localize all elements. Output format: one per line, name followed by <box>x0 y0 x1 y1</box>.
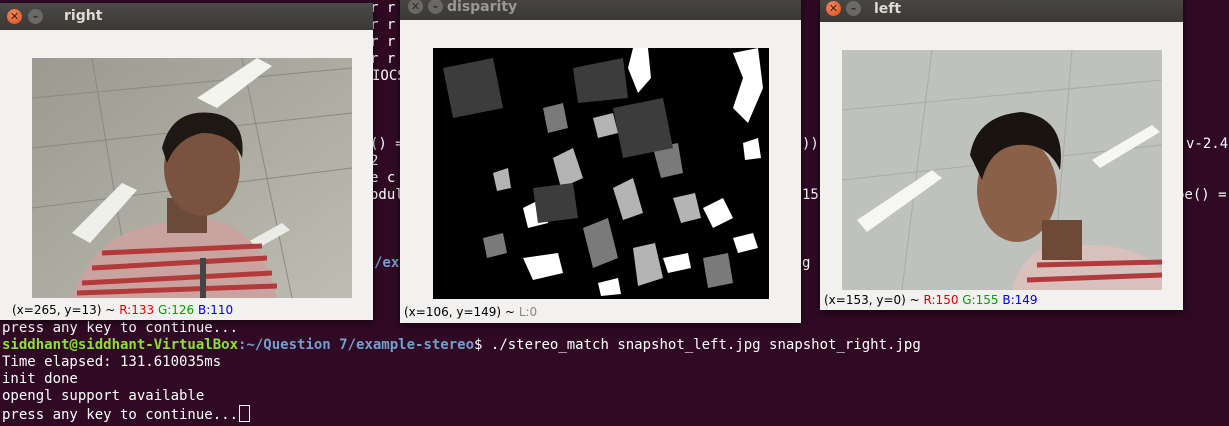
window-right[interactable]: ✕ – right (x=265, y=13) ~ R:133 G:126 B:… <box>0 3 373 320</box>
status-red: R:133 <box>119 303 155 317</box>
terminal-fragment: r r <box>370 51 396 67</box>
titlebar[interactable]: ✕ – right <box>0 3 373 30</box>
terminal-fragment: r r <box>370 34 396 50</box>
terminal-fragment: be() = <box>1176 187 1227 203</box>
close-icon[interactable]: ✕ <box>408 0 423 14</box>
status-bar: (x=153, y=0) ~ R:150 G:155 B:149 <box>824 293 1038 307</box>
terminal-output-line: press any key to continue... <box>2 405 251 424</box>
status-luminance: L:0 <box>518 305 538 319</box>
status-blue: B:110 <box>198 303 234 317</box>
minimize-icon[interactable]: – <box>428 0 443 14</box>
terminal-output-line: opengl support available <box>2 388 205 404</box>
minimize-icon[interactable]: – <box>28 9 43 24</box>
status-green: G:126 <box>157 303 195 317</box>
close-icon[interactable]: ✕ <box>7 9 22 24</box>
prompt-path: :~/Question 7/example-stereo <box>238 337 475 353</box>
terminal-fragment: r r <box>370 17 396 33</box>
terminal-prompt-line: siddhant@siddhant-VirtualBox:~/Question … <box>2 337 921 354</box>
terminal-last-line: press any key to continue... <box>2 407 239 423</box>
disparity-image[interactable] <box>433 48 769 299</box>
status-green: G:155 <box>962 293 999 307</box>
terminal-fragment: () = <box>370 136 404 152</box>
terminal-fragment: r r <box>370 0 396 16</box>
status-coords: (x=106, y=149) ~ <box>404 305 515 319</box>
terminal-output-line: press any key to continue... <box>2 320 239 336</box>
window-left[interactable]: ✕ – left (x=153, y=0) ~ R:150 G:155 B:14… <box>820 0 1183 310</box>
camera-image-right[interactable] <box>32 58 352 298</box>
minimize-icon[interactable]: – <box>846 1 861 16</box>
status-bar: (x=106, y=149) ~ L:0 <box>404 305 537 319</box>
window-title: left <box>874 1 902 17</box>
terminal-fragment: g <box>802 255 811 271</box>
status-coords: (x=153, y=0) ~ <box>824 293 920 307</box>
titlebar[interactable]: ✕ – left <box>820 0 1183 22</box>
window-title: right <box>64 8 103 24</box>
terminal-fragment: v-2.4 <box>1186 136 1229 152</box>
text-cursor <box>239 405 251 422</box>
terminal-fragment: 15 <box>802 187 819 203</box>
close-icon[interactable]: ✕ <box>826 1 841 16</box>
camera-image-left[interactable] <box>842 50 1162 290</box>
status-bar: (x=265, y=13) ~ R:133 G:126 B:110 <box>12 303 233 317</box>
command-text: $ ./stereo_match snapshot_left.jpg snaps… <box>474 337 921 353</box>
terminal-output-line: init done <box>2 371 78 387</box>
status-red: R:150 <box>923 293 959 307</box>
status-coords: (x=265, y=13) ~ <box>12 303 116 317</box>
terminal-fragment: e c <box>370 170 396 186</box>
window-disparity[interactable]: ✕ – disparity (x=106, y=149) ~ L:0 <box>400 0 801 323</box>
window-title: disparity <box>447 0 518 15</box>
prompt-user: siddhant@siddhant-VirtualBox <box>2 337 239 353</box>
status-blue: B:149 <box>1002 293 1038 307</box>
terminal-fragment: )) <box>802 136 819 152</box>
terminal-output-line: Time elapsed: 131.610035ms <box>2 354 222 370</box>
titlebar[interactable]: ✕ – disparity <box>400 0 801 20</box>
terminal-fragment: odul <box>370 187 404 203</box>
